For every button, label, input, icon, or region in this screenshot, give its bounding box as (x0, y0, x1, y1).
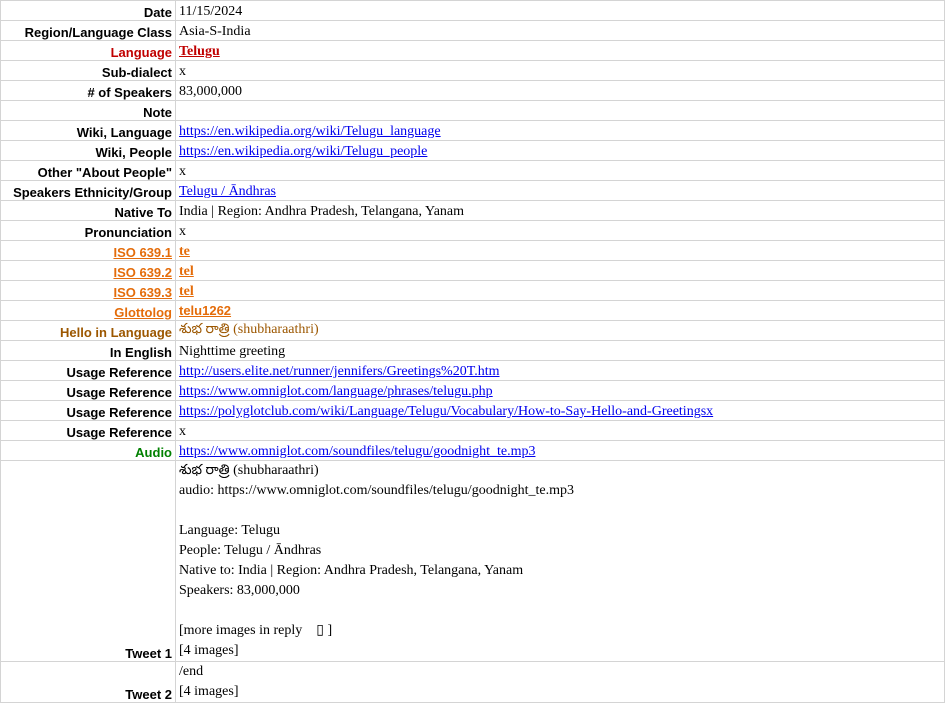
label-usage-ref-1[interactable]: Usage Reference (0, 360, 176, 381)
label-native-to[interactable]: Native To (0, 200, 176, 221)
value-date[interactable]: 11/15/2024 (175, 0, 945, 21)
row-ethnicity: Speakers Ethnicity/Group Telugu / Āndhra… (0, 180, 945, 201)
label-iso-6393[interactable]: ISO 639.3 (0, 280, 176, 301)
row-usage-ref-2: Usage Reference https://www.omniglot.com… (0, 380, 945, 401)
value-other-about-people[interactable]: x (175, 160, 945, 181)
label-speakers[interactable]: # of Speakers (0, 80, 176, 101)
label-tweet-2[interactable]: Tweet 2 (0, 661, 176, 703)
label-region[interactable]: Region/Language Class (0, 20, 176, 41)
row-iso-6391: ISO 639.1 te (0, 240, 945, 261)
label-hello[interactable]: Hello in Language (0, 320, 176, 341)
link-audio[interactable]: https://www.omniglot.com/soundfiles/telu… (179, 444, 535, 459)
value-language[interactable]: Telugu (179, 44, 220, 59)
row-language: Language Telugu (0, 40, 945, 61)
value-audio-cell[interactable]: https://www.omniglot.com/soundfiles/telu… (175, 440, 945, 461)
row-other-about-people: Other "About People" x (0, 160, 945, 181)
link-usage-ref-2[interactable]: https://www.omniglot.com/language/phrase… (179, 384, 493, 399)
value-wiki-language-cell[interactable]: https://en.wikipedia.org/wiki/Telugu_lan… (175, 120, 945, 141)
value-language-cell[interactable]: Telugu (175, 40, 945, 61)
label-glottolog[interactable]: Glottolog (0, 300, 176, 321)
link-iso-6393[interactable]: tel (179, 284, 194, 299)
value-tweet-2: /end [4 images] (179, 664, 239, 699)
row-speakers: # of Speakers 83,000,000 (0, 80, 945, 101)
label-usage-ref-4[interactable]: Usage Reference (0, 420, 176, 441)
link-glottolog[interactable]: telu1262 (179, 303, 231, 318)
row-audio: Audio https://www.omniglot.com/soundfile… (0, 440, 945, 461)
label-note[interactable]: Note (0, 100, 176, 121)
row-wiki-people: Wiki, People https://en.wikipedia.org/wi… (0, 140, 945, 161)
row-hello: Hello in Language శుభ రాత్రి (shubharaat… (0, 320, 945, 341)
label-wiki-language[interactable]: Wiki, Language (0, 120, 176, 141)
row-glottolog: Glottolog telu1262 (0, 300, 945, 321)
value-usage-ref-1-cell[interactable]: http://users.elite.net/runner/jennifers/… (175, 360, 945, 381)
value-usage-ref-3-cell[interactable]: https://polyglotclub.com/wiki/Language/T… (175, 400, 945, 421)
row-usage-ref-4: Usage Reference x (0, 420, 945, 441)
row-pronunciation: Pronunciation x (0, 220, 945, 241)
label-tweet-1[interactable]: Tweet 1 (0, 460, 176, 662)
value-usage-ref-4[interactable]: x (175, 420, 945, 441)
row-tweet-1: Tweet 1 శుభ రాత్రి (shubharaathri) audio… (0, 460, 945, 662)
row-usage-ref-3: Usage Reference https://polyglotclub.com… (0, 400, 945, 421)
label-language[interactable]: Language (0, 40, 176, 61)
value-subdialect[interactable]: x (175, 60, 945, 81)
row-region: Region/Language Class Asia-S-India (0, 20, 945, 41)
value-native-to[interactable]: India | Region: Andhra Pradesh, Telangan… (175, 200, 945, 221)
value-tweet-2-cell[interactable]: /end [4 images] (175, 661, 945, 703)
label-usage-ref-2[interactable]: Usage Reference (0, 380, 176, 401)
row-usage-ref-1: Usage Reference http://users.elite.net/r… (0, 360, 945, 381)
label-wiki-people[interactable]: Wiki, People (0, 140, 176, 161)
label-subdialect[interactable]: Sub-dialect (0, 60, 176, 81)
row-subdialect: Sub-dialect x (0, 60, 945, 81)
value-pronunciation[interactable]: x (175, 220, 945, 241)
row-tweet-2: Tweet 2 /end [4 images] (0, 661, 945, 703)
row-note: Note (0, 100, 945, 121)
row-iso-6392: ISO 639.2 tel (0, 260, 945, 281)
label-other-about-people[interactable]: Other "About People" (0, 160, 176, 181)
value-note[interactable] (175, 100, 945, 121)
link-wiki-people[interactable]: https://en.wikipedia.org/wiki/Telugu_peo… (179, 144, 427, 159)
value-iso-6393-cell[interactable]: tel (175, 280, 945, 301)
value-speakers[interactable]: 83,000,000 (175, 80, 945, 101)
link-iso-6392[interactable]: tel (179, 264, 194, 279)
value-region[interactable]: Asia-S-India (175, 20, 945, 41)
value-iso-6392-cell[interactable]: tel (175, 260, 945, 281)
value-tweet-1-cell[interactable]: శుభ రాత్రి (shubharaathri) audio: https:… (175, 460, 945, 662)
label-in-english[interactable]: In English (0, 340, 176, 361)
link-ethnicity[interactable]: Telugu / Āndhras (179, 184, 276, 199)
label-date[interactable]: Date (0, 0, 176, 21)
row-date: Date 11/15/2024 (0, 0, 945, 21)
link-wiki-language[interactable]: https://en.wikipedia.org/wiki/Telugu_lan… (179, 124, 441, 139)
label-iso-6392[interactable]: ISO 639.2 (0, 260, 176, 281)
value-iso-6391-cell[interactable]: te (175, 240, 945, 261)
row-wiki-language: Wiki, Language https://en.wikipedia.org/… (0, 120, 945, 141)
value-ethnicity-cell[interactable]: Telugu / Āndhras (175, 180, 945, 201)
value-wiki-people-cell[interactable]: https://en.wikipedia.org/wiki/Telugu_peo… (175, 140, 945, 161)
row-native-to: Native To India | Region: Andhra Pradesh… (0, 200, 945, 221)
link-usage-ref-1[interactable]: http://users.elite.net/runner/jennifers/… (179, 364, 500, 379)
label-iso-6391[interactable]: ISO 639.1 (0, 240, 176, 261)
spreadsheet-table: Date 11/15/2024 Region/Language Class As… (0, 0, 945, 703)
link-usage-ref-3[interactable]: https://polyglotclub.com/wiki/Language/T… (179, 404, 713, 419)
value-usage-ref-2-cell[interactable]: https://www.omniglot.com/language/phrase… (175, 380, 945, 401)
value-glottolog-cell[interactable]: telu1262 (175, 300, 945, 321)
link-iso-6391[interactable]: te (179, 244, 190, 259)
value-hello-cell[interactable]: శుభ రాత్రి (shubharaathri) (175, 320, 945, 341)
value-tweet-1: శుభ రాత్రి (shubharaathri) audio: https:… (179, 463, 574, 658)
label-ethnicity[interactable]: Speakers Ethnicity/Group (0, 180, 176, 201)
value-hello[interactable]: శుభ రాత్రి (shubharaathri) (179, 322, 319, 337)
label-usage-ref-3[interactable]: Usage Reference (0, 400, 176, 421)
row-in-english: In English Nighttime greeting (0, 340, 945, 361)
label-audio[interactable]: Audio (0, 440, 176, 461)
row-iso-6393: ISO 639.3 tel (0, 280, 945, 301)
value-in-english[interactable]: Nighttime greeting (175, 340, 945, 361)
label-pronunciation[interactable]: Pronunciation (0, 220, 176, 241)
